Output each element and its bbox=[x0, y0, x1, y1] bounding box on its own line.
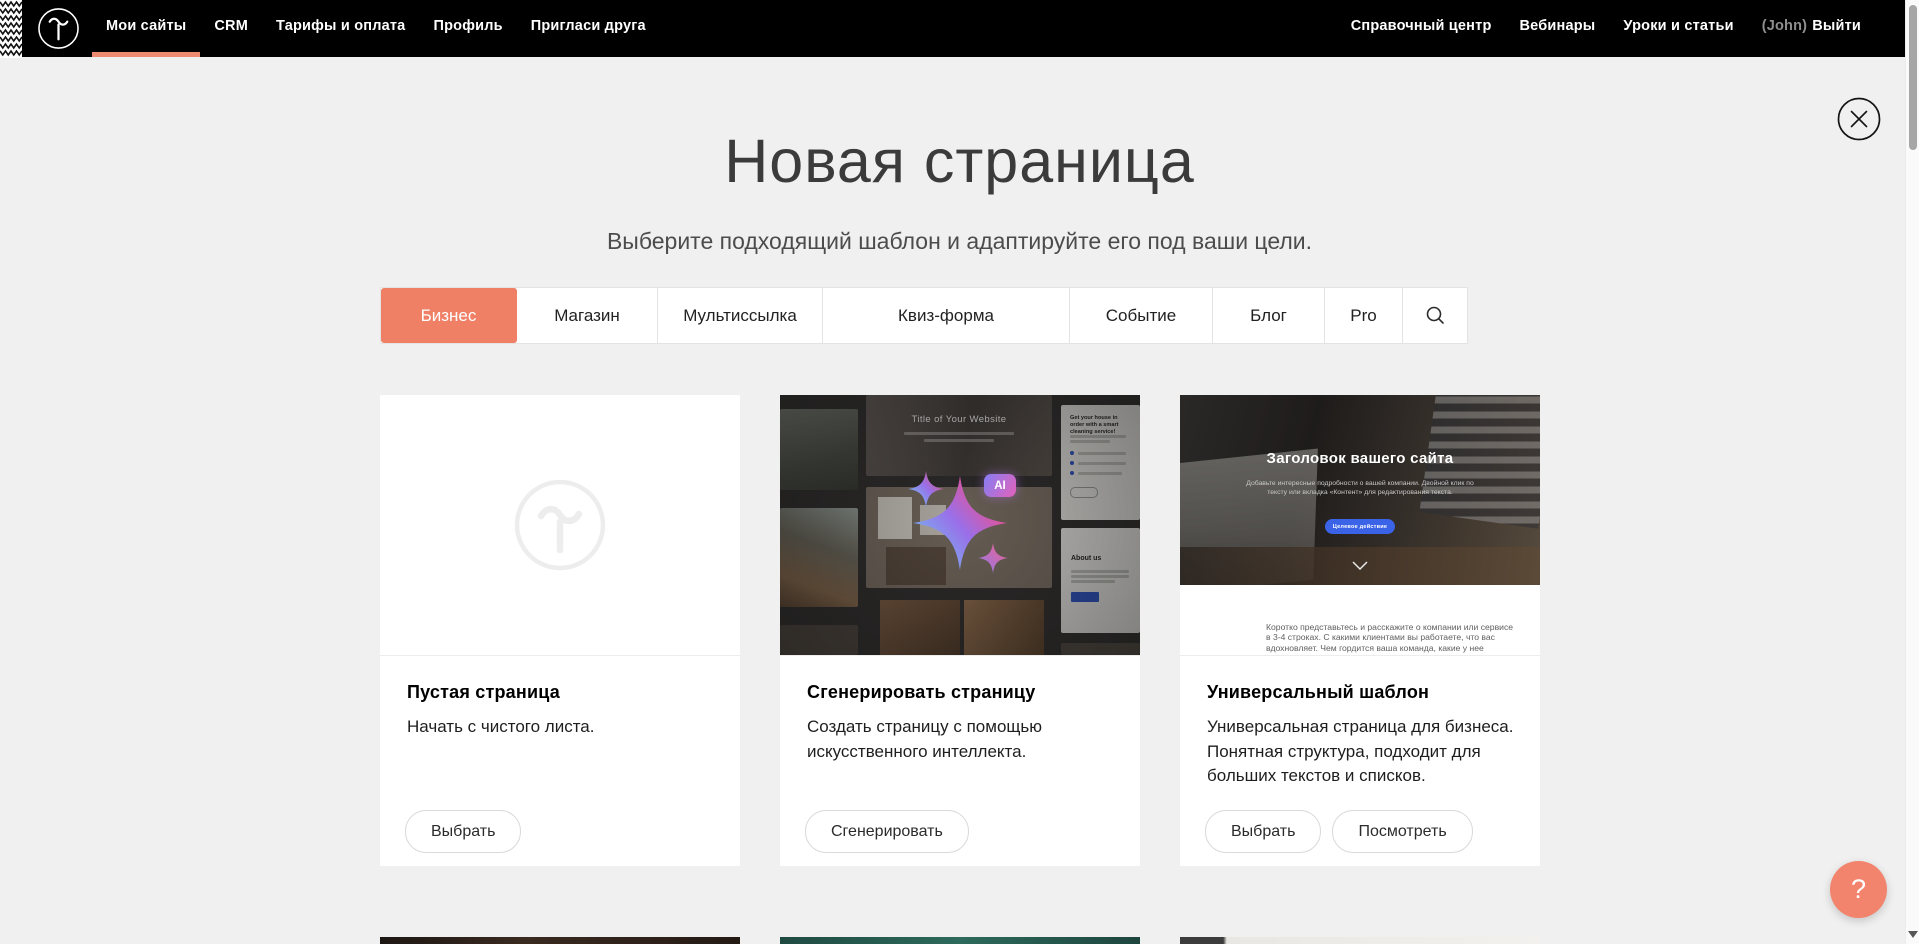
card-description: Создать страницу с помощью искусственног… bbox=[807, 715, 1114, 764]
card-description: Начать с чистого листа. bbox=[407, 715, 714, 740]
next-row-card-1[interactable] bbox=[380, 937, 740, 944]
sparkle-tiny-icon bbox=[978, 543, 1008, 573]
template-hero-subtitle: Добавьте интересные подробности о вашей … bbox=[1240, 479, 1480, 497]
template-card-ai-generate: Title of Your Website Get your house in … bbox=[780, 395, 1140, 866]
main-menu: Мои сайты CRM Тарифы и оплата Профиль Пр… bbox=[92, 0, 660, 57]
page-subtitle: Выберите подходящий шаблон и адаптируйте… bbox=[0, 228, 1919, 255]
nav-item-help-center[interactable]: Справочный центр bbox=[1337, 0, 1506, 57]
page-title: Новая страница bbox=[0, 126, 1919, 196]
template-body-section: Коротко представьтесь и расскажите о ком… bbox=[1180, 585, 1540, 655]
nav-item-tariffs[interactable]: Тарифы и оплата bbox=[262, 0, 419, 57]
generate-button[interactable]: Сгенерировать bbox=[805, 810, 969, 853]
scrollbar-down-arrow-icon[interactable] bbox=[1908, 931, 1918, 938]
nav-item-profile[interactable]: Профиль bbox=[419, 0, 516, 57]
ai-collage-preview[interactable]: Title of Your Website Get your house in … bbox=[780, 395, 1140, 655]
tilda-logo-icon[interactable] bbox=[37, 7, 80, 50]
template-category-tabs: Бизнес Магазин Мультиссылка Квиз-форма С… bbox=[380, 287, 1468, 344]
template-card-universal: Заголовок вашего сайта Добавьте интересн… bbox=[1180, 395, 1540, 866]
user-name: (John) bbox=[1762, 18, 1808, 34]
card-title: Сгенерировать страницу bbox=[807, 682, 1114, 703]
universal-template-preview[interactable]: Заголовок вашего сайта Добавьте интересн… bbox=[1180, 395, 1540, 655]
next-row-card-3[interactable] bbox=[1180, 937, 1540, 944]
template-card-blank: Пустая страница Начать с чистого листа. … bbox=[380, 395, 740, 866]
card-info: Пустая страница Начать с чистого листа. … bbox=[380, 655, 740, 866]
secondary-menu: Справочный центр Вебинары Уроки и статьи… bbox=[1337, 0, 1875, 57]
top-navbar: Мои сайты CRM Тарифы и оплата Профиль Пр… bbox=[0, 0, 1919, 57]
tab-quiz-form[interactable]: Квиз-форма bbox=[823, 288, 1070, 343]
card-description: Универсальная страница для бизнеса. Поня… bbox=[1207, 715, 1514, 789]
blank-page-preview[interactable] bbox=[380, 395, 740, 655]
scrollbar-thumb[interactable] bbox=[1909, 5, 1917, 150]
card-info: Сгенерировать страницу Создать страницу … bbox=[780, 655, 1140, 866]
tab-pro[interactable]: Pro bbox=[1325, 288, 1403, 343]
tab-blog[interactable]: Блог bbox=[1213, 288, 1325, 343]
next-row-card-2[interactable] bbox=[780, 937, 1140, 944]
card-info: Универсальный шаблон Универсальная стран… bbox=[1180, 655, 1540, 866]
scrollbar[interactable] bbox=[1905, 0, 1919, 944]
tilda-watermark-icon bbox=[513, 478, 607, 577]
template-hero-title: Заголовок вашего сайта bbox=[1180, 450, 1540, 467]
card-title: Пустая страница bbox=[407, 682, 714, 703]
help-widget-button[interactable]: ? bbox=[1830, 861, 1887, 918]
nav-item-webinars[interactable]: Вебинары bbox=[1506, 0, 1610, 57]
nav-item-crm[interactable]: CRM bbox=[200, 0, 262, 57]
nav-item-invite-friend[interactable]: Пригласи друга bbox=[517, 0, 660, 57]
logout-label: Выйти bbox=[1812, 18, 1861, 34]
view-button[interactable]: Посмотреть bbox=[1332, 810, 1472, 853]
nav-item-logout[interactable]: (John) Выйти bbox=[1748, 0, 1875, 57]
card-title: Универсальный шаблон bbox=[1207, 682, 1514, 703]
new-page-modal: Мои сайты CRM Тарифы и оплата Профиль Пр… bbox=[0, 0, 1919, 944]
tab-event[interactable]: Событие bbox=[1070, 288, 1213, 343]
search-icon[interactable] bbox=[1403, 288, 1467, 343]
ai-badge: AI bbox=[984, 474, 1016, 497]
nav-item-lessons[interactable]: Уроки и статьи bbox=[1609, 0, 1747, 57]
template-body-text: Коротко представьтесь и расскажите о ком… bbox=[1266, 622, 1518, 655]
choose-button[interactable]: Выбрать bbox=[1205, 810, 1321, 853]
nav-item-my-sites[interactable]: Мои сайты bbox=[92, 0, 200, 57]
zigzag-pattern-icon bbox=[0, 0, 22, 58]
tab-business[interactable]: Бизнес bbox=[381, 288, 517, 343]
choose-button[interactable]: Выбрать bbox=[405, 810, 521, 853]
tab-shop[interactable]: Магазин bbox=[517, 288, 658, 343]
chevron-down-icon bbox=[1352, 561, 1368, 570]
tab-multilink[interactable]: Мультиссылка bbox=[658, 288, 823, 343]
template-hero-section: Заголовок вашего сайта Добавьте интересн… bbox=[1180, 395, 1540, 585]
template-cta-button: Целевое действие bbox=[1325, 519, 1395, 534]
